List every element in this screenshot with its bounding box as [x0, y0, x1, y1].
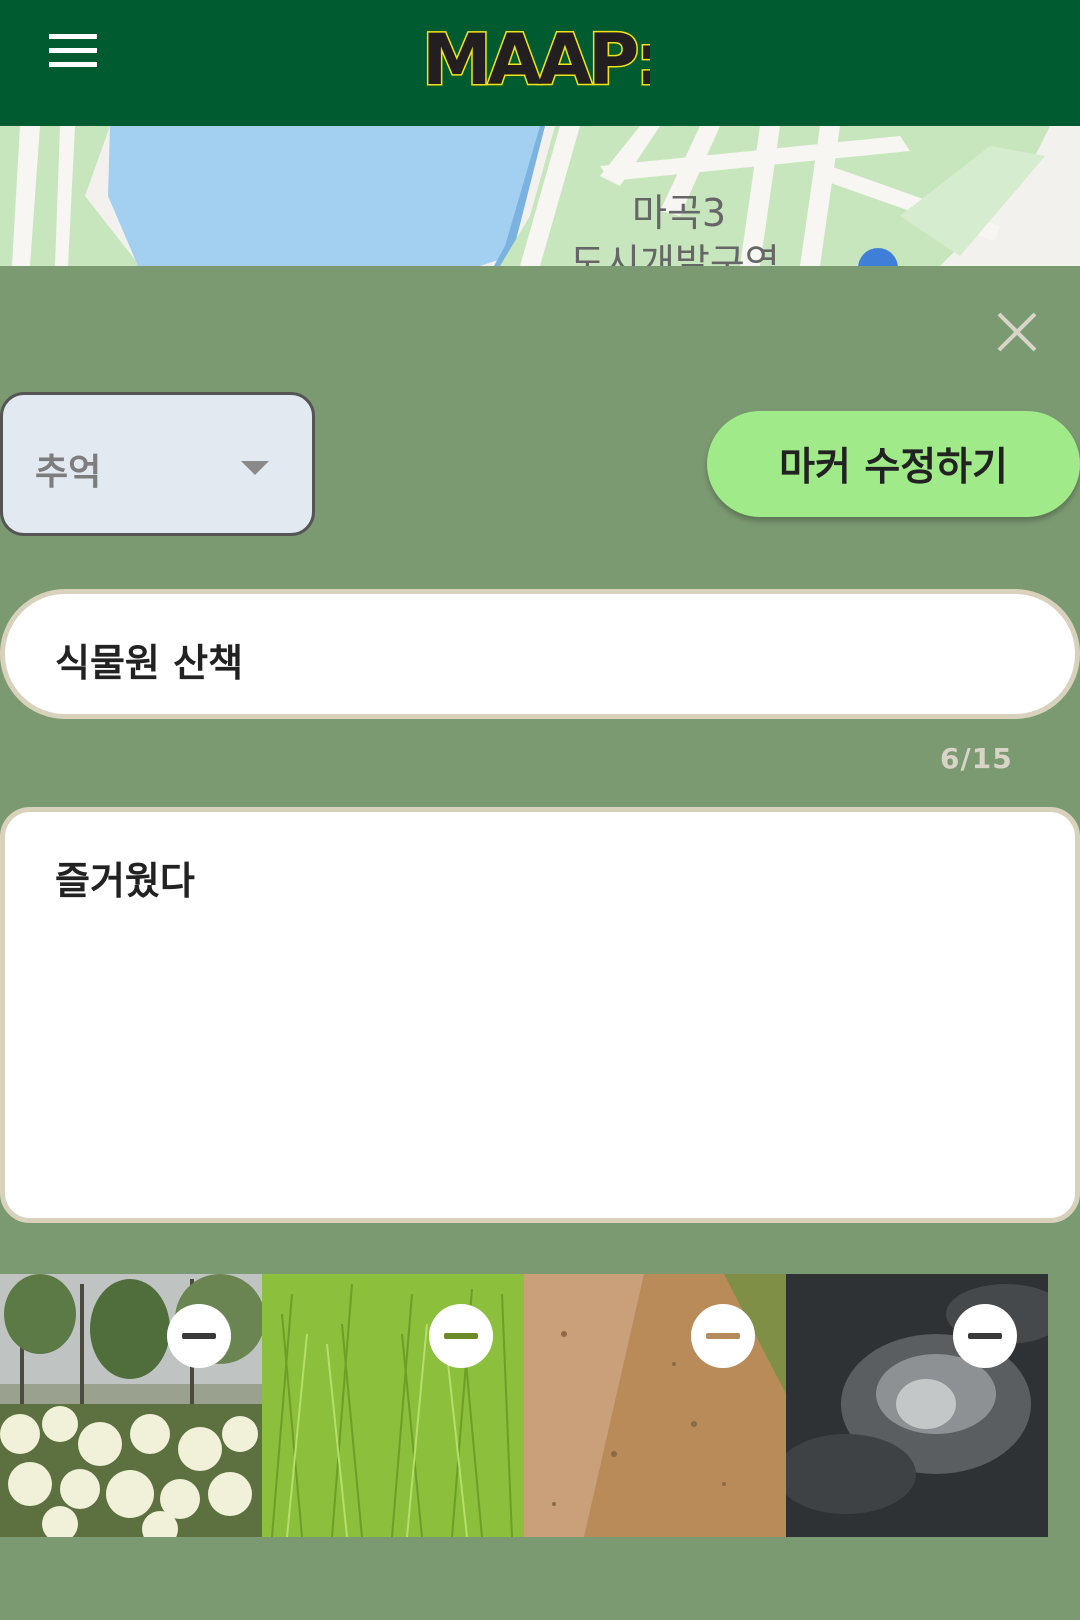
hamburger-menu-icon[interactable]	[49, 34, 97, 70]
title-input-value: 식물원 산책	[55, 641, 244, 685]
svg-text:MAAP:: MAAP:	[422, 24, 650, 90]
title-char-counter: 6/15	[940, 742, 1013, 775]
photo-thumbnail-hydrangea[interactable]	[0, 1274, 262, 1537]
remove-photo-button[interactable]	[167, 1304, 231, 1368]
category-select[interactable]: 추억	[0, 392, 315, 536]
remove-photo-button[interactable]	[429, 1304, 493, 1368]
svg-text:마곡3: 마곡3	[632, 191, 726, 235]
svg-text:도시개발구역: 도시개발구역	[570, 241, 780, 266]
photo-thumbnail-cloudy-sky[interactable]	[786, 1274, 1048, 1537]
app-header: MAAP:	[0, 0, 1080, 126]
caret-down-icon	[241, 461, 269, 475]
photo-thumbnail-dirt-path[interactable]	[524, 1274, 786, 1537]
title-input[interactable]: 식물원 산책	[0, 589, 1080, 719]
body-textarea[interactable]: 즐거웠다	[0, 807, 1080, 1223]
photo-thumbnail-grass[interactable]	[262, 1274, 524, 1537]
edit-marker-button[interactable]: 마커 수정하기	[707, 411, 1080, 517]
remove-photo-button[interactable]	[691, 1304, 755, 1368]
remove-photo-button[interactable]	[953, 1304, 1017, 1368]
map-view[interactable]: 마곡3 도시개발구역	[0, 126, 1080, 266]
edit-marker-button-label: 마커 수정하기	[779, 445, 1008, 490]
close-icon[interactable]	[993, 308, 1041, 356]
category-selected-value: 추억	[35, 452, 102, 493]
app-logo[interactable]: MAAP:	[420, 24, 651, 90]
body-textarea-value: 즐거웠다	[55, 859, 195, 903]
photo-strip	[0, 1274, 1050, 1537]
